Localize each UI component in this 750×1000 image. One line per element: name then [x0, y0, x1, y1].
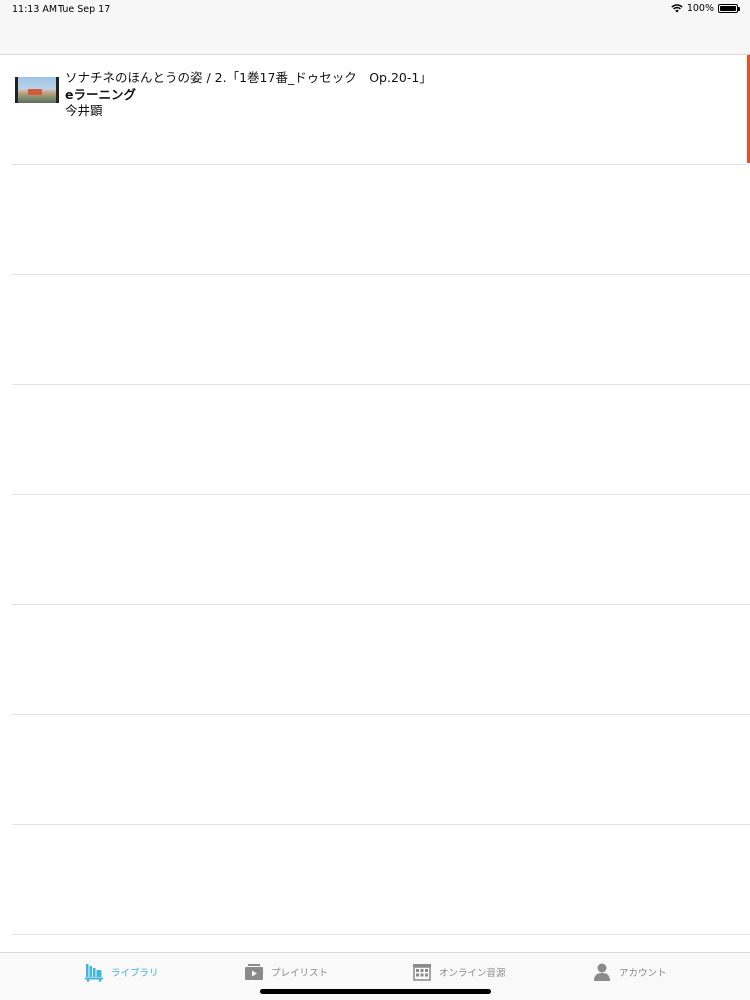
- tab-account-label: アカウント: [619, 968, 667, 979]
- empty-list-row: [12, 275, 750, 385]
- empty-list-row: [12, 495, 750, 605]
- tab-account[interactable]: アカウント: [592, 961, 667, 983]
- empty-list-row: [12, 165, 750, 275]
- battery-percent: 100%: [686, 3, 714, 14]
- status-indicators: 100%: [671, 3, 740, 14]
- library-icon: [85, 964, 103, 982]
- empty-list-row: [12, 385, 750, 495]
- status-date: Tue Sep 17: [58, 4, 111, 15]
- library-list-item[interactable]: ソナチネのほんとうの姿 / 2.「1巻17番_ドゥセック Op.20-1」 eラ…: [12, 55, 750, 165]
- tab-playlist[interactable]: プレイリスト: [244, 961, 328, 983]
- navigation-bar: [0, 20, 750, 55]
- playlist-icon: [245, 964, 263, 980]
- tab-online-store-label: オンライン音源: [439, 968, 506, 979]
- battery-icon: [718, 4, 740, 13]
- tab-playlist-label: プレイリスト: [271, 968, 329, 979]
- empty-list-row: [12, 605, 750, 715]
- album-thumbnail: [15, 77, 59, 103]
- status-time: 11:13 AM: [12, 4, 58, 15]
- home-indicator[interactable]: [260, 989, 491, 994]
- wifi-icon: [671, 4, 683, 13]
- tab-library[interactable]: ライブラリ: [84, 961, 159, 983]
- status-bar: 11:13 AM Tue Sep 17 100%: [0, 0, 750, 20]
- account-icon: [594, 963, 610, 981]
- tab-library-label: ライブラリ: [111, 968, 159, 979]
- empty-list-row: [12, 715, 750, 825]
- store-icon: [413, 964, 431, 981]
- empty-list-row: [12, 825, 750, 935]
- item-author: 今井顕: [65, 103, 103, 118]
- tab-online-store[interactable]: オンライン音源: [412, 961, 506, 983]
- library-list: ソナチネのほんとうの姿 / 2.「1巻17番_ドゥセック Op.20-1」 eラ…: [0, 55, 750, 952]
